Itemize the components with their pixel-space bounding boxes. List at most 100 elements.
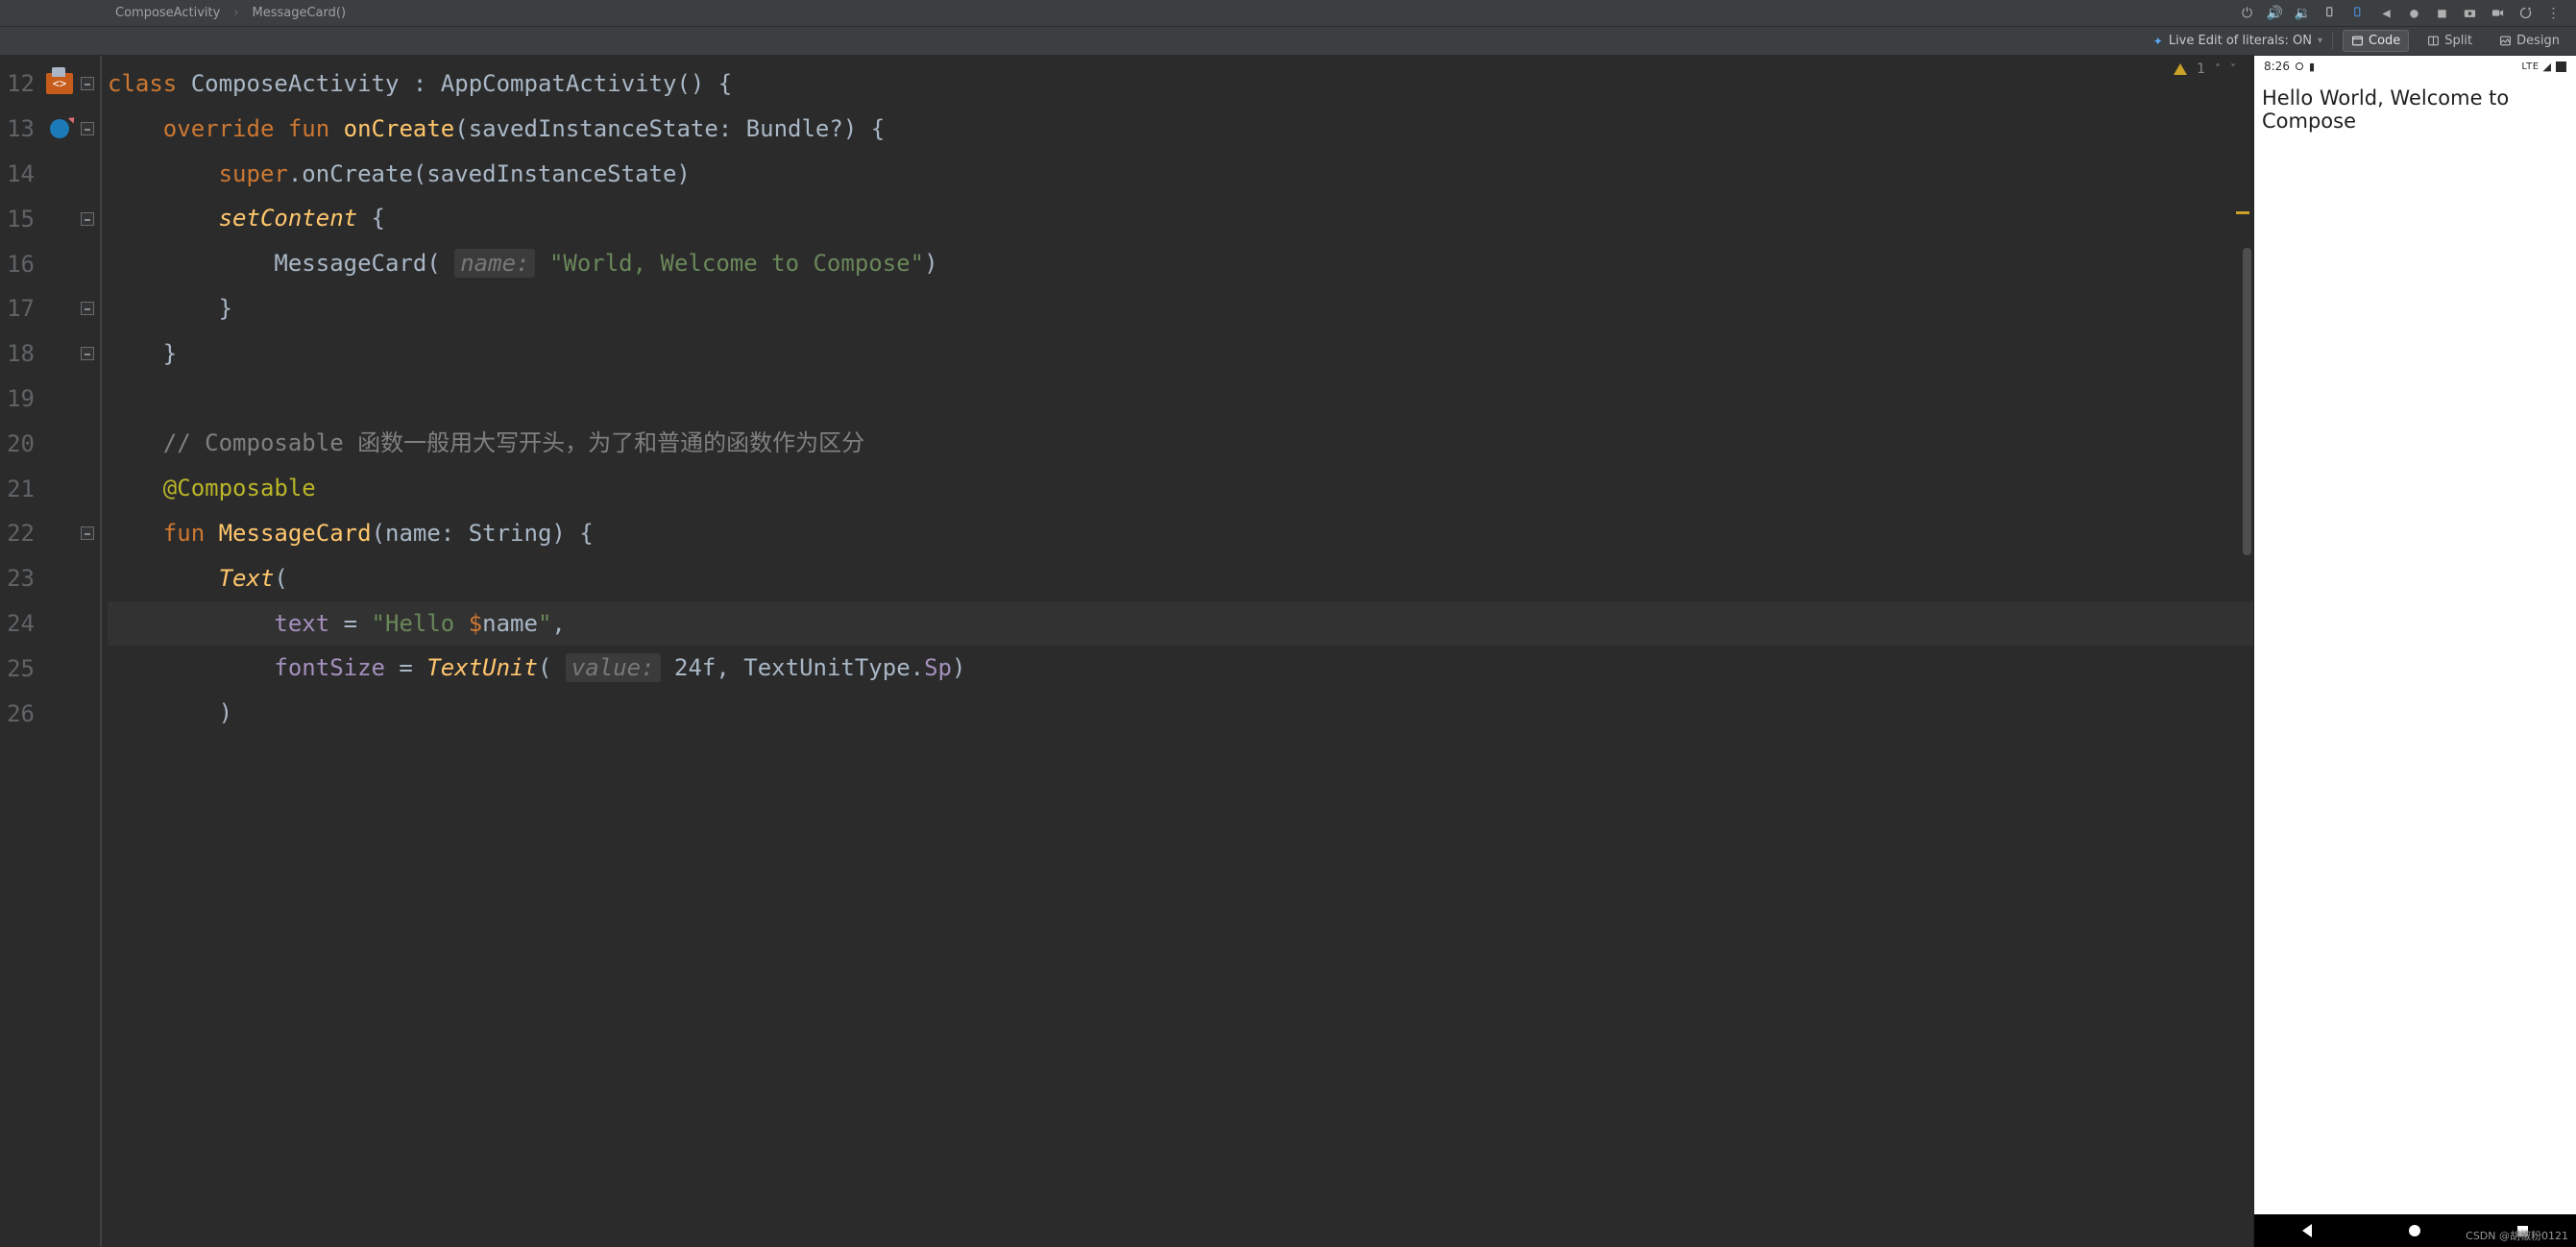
volume-up-icon[interactable]: 🔊 [2268,6,2282,20]
code-tab-label: Code [2369,34,2400,48]
current-line-highlight: text = "Hello $name", [108,601,2253,647]
live-edit-label: Live Edit of literals: ON [2169,34,2312,48]
screenshot-icon[interactable] [2463,6,2477,20]
design-icon [2499,35,2512,47]
code-token: fontSize [274,654,385,681]
split-icon [2427,35,2440,47]
line-number: 15 [0,206,42,232]
rotate-left-icon[interactable] [2323,6,2338,20]
line-number: 20 [0,430,42,457]
fold-icon[interactable] [81,212,94,226]
breadcrumb-file[interactable]: ComposeActivity [115,6,220,20]
line-number: 22 [0,520,42,547]
code-comment: // Composable 函数一般用大写开头，为了和普通的函数作为区分 [163,429,864,456]
nav-back-icon[interactable] [2302,1224,2312,1237]
code-icon [2351,35,2364,47]
code-token: ) [219,699,232,726]
line-number: 19 [0,385,42,412]
run-gutter-icon[interactable] [50,119,69,138]
split-tab-label: Split [2444,34,2472,48]
code-token: "Hello [372,610,469,637]
app-content: Hello World, Welcome to Compose [2254,77,2576,1214]
line-number: 24 [0,610,42,637]
inspection-widget[interactable]: 1 ˄ ˅ [2174,61,2236,77]
warning-icon [2174,63,2187,75]
fold-icon[interactable] [81,526,94,540]
snapshot-icon[interactable] [2518,6,2533,20]
fold-icon[interactable] [81,302,94,315]
param-hint: name: [454,249,535,278]
watermark-text: CSDN @胡椒粉0121 [2466,1228,2568,1243]
code-token: : AppCompatActivity() { [399,70,732,97]
editor-scrollbar[interactable] [2242,248,2253,1189]
code-token: Sp [924,654,952,681]
line-number: 12 [0,70,42,97]
overview-icon[interactable]: ■ [2435,6,2449,20]
chevron-up-icon[interactable]: ˄ [2215,62,2221,76]
fold-icon[interactable] [81,77,94,90]
code-view-tab[interactable]: Code [2343,30,2409,52]
warning-count: 1 [2197,61,2205,77]
gutter-border [100,56,102,1247]
code-token: fun [288,115,329,142]
nav-home-icon[interactable] [2409,1225,2420,1236]
rotate-right-icon[interactable] [2351,6,2366,20]
emulator-toolbar: ⏻ 🔊 🔉 ◀ ● ■ ⋮ [2240,6,2576,20]
chevron-down-icon: ▾ [2318,36,2322,46]
breadcrumb-function[interactable]: MessageCard() [253,6,347,20]
status-dot-icon [2296,62,2303,70]
breadcrumb[interactable]: ComposeActivity › MessageCard() [0,6,346,20]
hello-text: Hello World, Welcome to Compose [2262,86,2568,133]
code-token: , [716,654,743,681]
home-icon[interactable]: ● [2407,6,2421,20]
map-warning-mark[interactable] [2236,211,2249,214]
fold-icon[interactable] [81,347,94,360]
ide-topbar: ComposeActivity › MessageCard() ⏻ 🔊 🔉 ◀ … [0,0,2576,27]
code-token: TextUnitType. [743,654,924,681]
chevron-down-icon[interactable]: ˅ [2230,62,2236,76]
line-number: 14 [0,160,42,187]
more-icon[interactable]: ⋮ [2546,6,2561,20]
live-edit-toggle[interactable]: ✦ Live Edit of literals: ON ▾ [2153,34,2322,48]
back-icon[interactable]: ◀ [2379,6,2394,20]
volume-down-icon[interactable]: 🔉 [2296,6,2310,20]
device-status-bar: 8:26 ▮ LTE ◢ [2254,56,2576,77]
line-number: 17 [0,295,42,322]
emulator-panel: 8:26 ▮ LTE ◢ Hello World, Welcome to Com… [2253,56,2576,1247]
scrollbar-thumb[interactable] [2243,248,2251,555]
design-tab-label: Design [2516,34,2560,48]
code-token: } [219,295,232,322]
line-number: 16 [0,251,42,278]
signal-icon: ◢ [2543,61,2551,73]
code-token: .onCreate(savedInstanceState) [288,160,691,187]
code-token: MessageCard [219,520,372,547]
line-number: 21 [0,476,42,502]
network-label: LTE [2521,61,2539,72]
code-token: } [163,340,177,367]
code-token: MessageCard( [274,250,440,277]
code-token: 24f [674,654,716,681]
code-token: , [551,610,565,637]
power-icon[interactable]: ⏻ [2240,6,2254,20]
editor-gutter[interactable]: 12<> 13 14 15 16 17 18 19 20 21 22 23 24… [0,56,98,1247]
line-number: 23 [0,565,42,592]
code-editor[interactable]: 1 ˄ ˅ 12<> 13 14 15 16 17 18 19 20 21 22… [0,56,2253,1247]
split-view-tab[interactable]: Split [2418,30,2481,52]
battery-icon [2556,61,2566,72]
breadcrumb-separator: › [233,6,238,20]
record-icon[interactable] [2491,6,2505,20]
device-screen[interactable]: 8:26 ▮ LTE ◢ Hello World, Welcome to Com… [2254,56,2576,1247]
live-edit-icon: ✦ [2153,35,2163,48]
code-token: { [357,205,385,232]
code-token: class [108,70,177,97]
code-annotation: @Composable [163,475,316,501]
code-token: setContent [219,205,358,232]
code-token: = [329,610,371,637]
code-area[interactable]: class ComposeActivity : AppCompatActivit… [104,56,2253,1247]
fold-icon[interactable] [81,122,94,135]
design-view-tab[interactable]: Design [2491,30,2568,52]
line-number: 13 [0,115,42,142]
code-token: TextUnit [426,654,538,681]
main-split: 1 ˄ ˅ 12<> 13 14 15 16 17 18 19 20 21 22… [0,56,2576,1247]
code-token: ( [538,654,551,681]
